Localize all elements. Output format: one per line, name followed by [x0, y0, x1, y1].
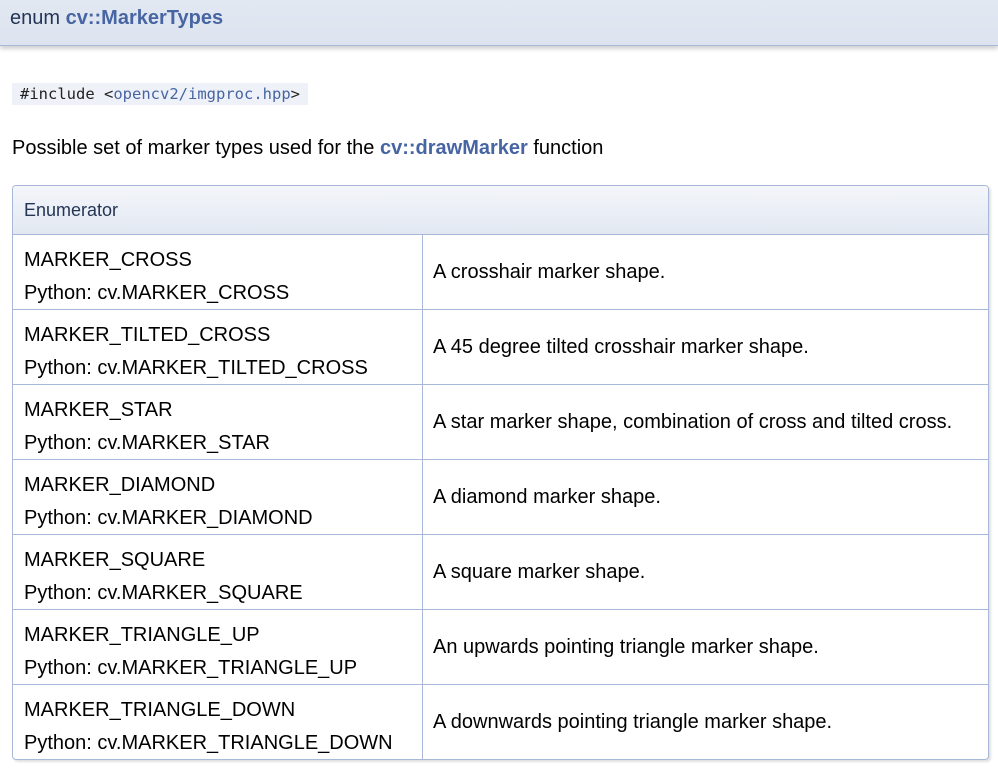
table-row: MARKER_TRIANGLE_DOWN Python: cv.MARKER_T… — [13, 685, 988, 759]
table-row: MARKER_STAR Python: cv.MARKER_STAR A sta… — [13, 385, 988, 460]
enumerator-python-name: Python: cv.MARKER_STAR — [24, 432, 270, 454]
enumerator-doc: A 45 degree tilted crosshair marker shap… — [433, 335, 809, 358]
enumerator-name-cell: MARKER_SQUARE Python: cv.MARKER_SQUARE — [13, 535, 423, 609]
enumerator-name: MARKER_STAR — [24, 399, 173, 421]
enumerator-doc: A diamond marker shape. — [433, 485, 661, 508]
enumerator-name-cell: MARKER_DIAMOND Python: cv.MARKER_DIAMOND — [13, 460, 423, 534]
enum-title-bar: enum cv::MarkerTypes — [0, 0, 998, 46]
table-row: MARKER_SQUARE Python: cv.MARKER_SQUARE A… — [13, 535, 988, 610]
enumerator-doc: An upwards pointing triangle marker shap… — [433, 635, 819, 658]
enumerator-doc: A downwards pointing triangle marker sha… — [433, 710, 833, 733]
description-text-before: Possible set of marker types used for th… — [12, 137, 380, 159]
enumerator-name: MARKER_TILTED_CROSS — [24, 324, 271, 346]
enum-description: Possible set of marker types used for th… — [12, 136, 603, 160]
enumerator-doc: A star marker shape, combination of cros… — [433, 410, 953, 433]
enumerator-python-name: Python: cv.MARKER_CROSS — [24, 282, 290, 304]
enumerator-name: MARKER_DIAMOND — [24, 474, 216, 496]
drawmarker-link[interactable]: cv::drawMarker — [380, 137, 528, 159]
enumerator-doc: A square marker shape. — [433, 560, 646, 583]
include-keyword: #include — [20, 85, 104, 103]
enumerator-python-name: Python: cv.MARKER_TRIANGLE_UP — [24, 657, 358, 679]
enumerator-name-cell: MARKER_TILTED_CROSS Python: cv.MARKER_TI… — [13, 310, 423, 384]
table-row: MARKER_TRIANGLE_UP Python: cv.MARKER_TRI… — [13, 610, 988, 685]
description-text-after: function — [527, 137, 604, 159]
table-row: MARKER_DIAMOND Python: cv.MARKER_DIAMOND… — [13, 460, 988, 535]
enumerator-python-name: Python: cv.MARKER_DIAMOND — [24, 507, 313, 529]
enumerator-table: Enumerator MARKER_CROSS Python: cv.MARKE… — [12, 185, 989, 760]
enumerator-python-name: Python: cv.MARKER_SQUARE — [24, 582, 303, 604]
enumerator-name-cell: MARKER_TRIANGLE_DOWN Python: cv.MARKER_T… — [13, 685, 423, 759]
enumerator-name-cell: MARKER_TRIANGLE_UP Python: cv.MARKER_TRI… — [13, 610, 423, 684]
enumerator-python-name: Python: cv.MARKER_TILTED_CROSS — [24, 357, 368, 379]
enumerator-name: MARKER_CROSS — [24, 249, 192, 271]
enumerator-name: MARKER_TRIANGLE_DOWN — [24, 699, 296, 721]
enumerator-name-cell: MARKER_STAR Python: cv.MARKER_STAR — [13, 385, 423, 459]
enumerator-table-header: Enumerator — [13, 186, 988, 235]
enum-name: cv::MarkerTypes — [65, 7, 224, 29]
table-row: MARKER_CROSS Python: cv.MARKER_CROSS A c… — [13, 235, 988, 310]
table-row: MARKER_TILTED_CROSS Python: cv.MARKER_TI… — [13, 310, 988, 385]
enumerator-name: MARKER_TRIANGLE_UP — [24, 624, 260, 646]
enum-keyword: enum — [10, 7, 66, 29]
include-path-link[interactable]: opencv2/imgproc.hpp — [113, 85, 290, 103]
include-directive: #include <opencv2/imgproc.hpp> — [12, 83, 308, 105]
enumerator-python-name: Python: cv.MARKER_TRIANGLE_DOWN — [24, 732, 393, 754]
enumerator-name-cell: MARKER_CROSS Python: cv.MARKER_CROSS — [13, 235, 423, 309]
include-open-bracket: < — [104, 85, 114, 103]
enumerator-name: MARKER_SQUARE — [24, 549, 206, 571]
enumerator-doc: A crosshair marker shape. — [433, 260, 666, 283]
include-close-bracket: > — [290, 85, 300, 103]
